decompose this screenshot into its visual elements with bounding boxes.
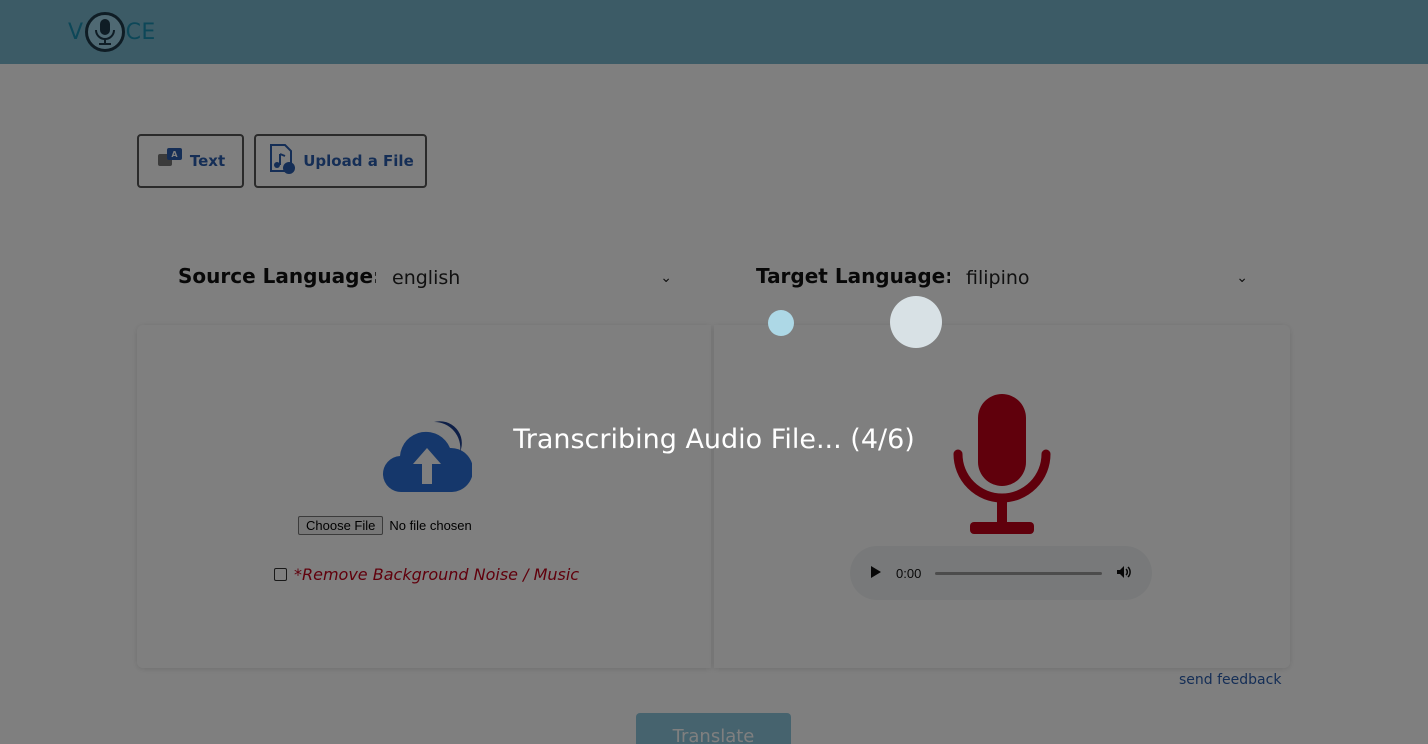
loading-dot-small (768, 310, 794, 336)
loading-overlay (0, 0, 1428, 744)
loading-dot-large (890, 296, 942, 348)
transcribing-status: Transcribing Audio File... (4/6) (513, 424, 915, 455)
